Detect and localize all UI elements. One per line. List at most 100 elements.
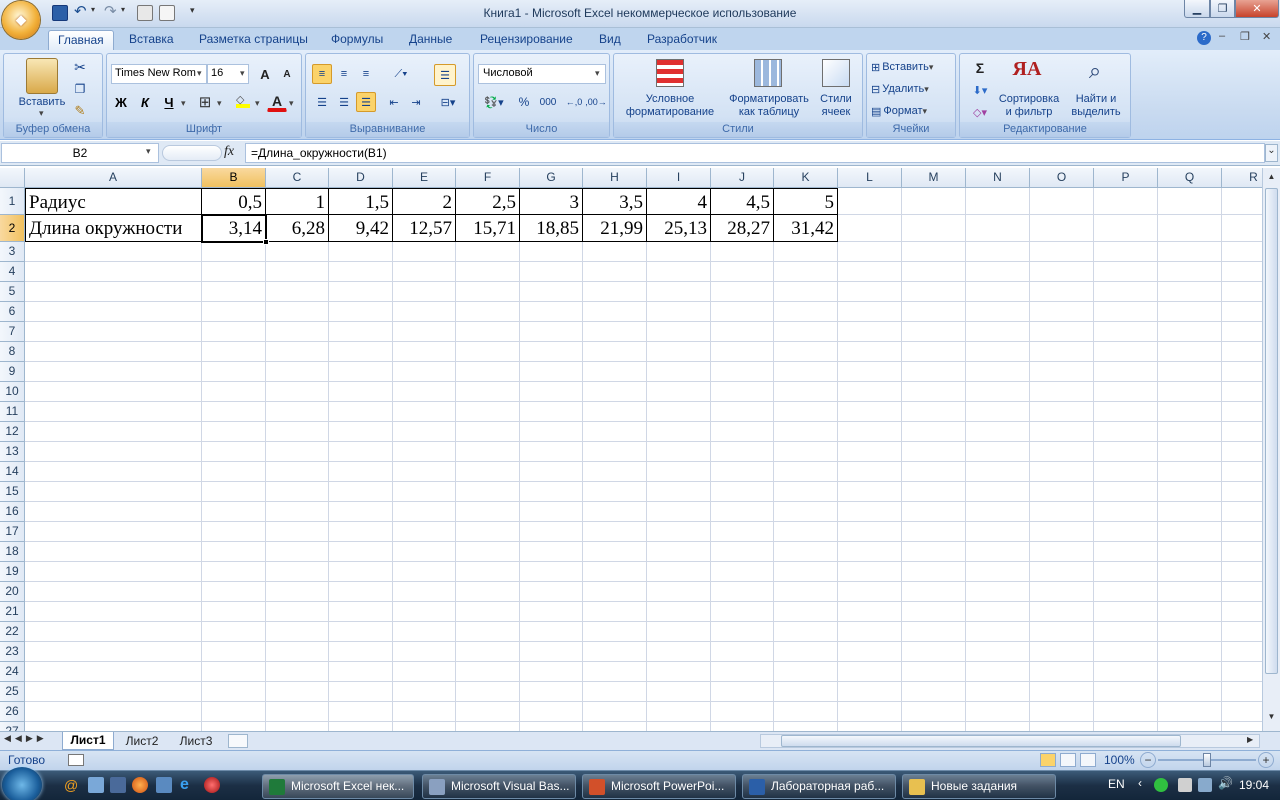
cell-f1[interactable]: 2,5: [456, 188, 520, 215]
select-all-corner[interactable]: [0, 168, 25, 188]
taskbar-item-vba[interactable]: Microsoft Visual Bas...: [422, 774, 576, 799]
number-format-dropdown-icon[interactable]: ▾: [595, 68, 600, 79]
grow-font-icon[interactable]: A: [255, 64, 275, 84]
name-box[interactable]: B2: [1, 143, 159, 163]
sheet-nav-icons[interactable]: ◀◀▶▶: [4, 733, 48, 744]
find-select-label-1[interactable]: Найти и: [1064, 93, 1128, 105]
sort-filter-icon[interactable]: ЯА: [1012, 58, 1042, 88]
column-header-o[interactable]: O: [1030, 168, 1094, 188]
find-select-icon[interactable]: ⌕: [1080, 58, 1110, 88]
cell-k1[interactable]: 5: [774, 188, 838, 215]
opera-icon[interactable]: [204, 777, 220, 793]
increase-indent-icon[interactable]: ⇥: [406, 92, 426, 112]
tab-view[interactable]: Вид: [590, 30, 630, 50]
row-header-12[interactable]: 12: [0, 422, 25, 442]
undo-dropdown-icon[interactable]: ▾: [91, 5, 99, 21]
column-header-j[interactable]: J: [711, 168, 774, 188]
spelling-icon[interactable]: [159, 5, 175, 21]
column-header-n[interactable]: N: [966, 168, 1030, 188]
column-header-h[interactable]: H: [583, 168, 647, 188]
expand-formula-bar-icon[interactable]: ⌄: [1265, 144, 1278, 162]
conditional-formatting-icon[interactable]: [656, 59, 684, 87]
insert-sheet-icon[interactable]: [228, 734, 248, 748]
save-icon[interactable]: [52, 5, 68, 21]
cell-f2[interactable]: 15,71: [456, 215, 520, 242]
close-button[interactable]: ✕: [1235, 0, 1279, 18]
taskbar-item-powerpoint[interactable]: Microsoft PowerPoi...: [582, 774, 736, 799]
horizontal-scroll-thumb[interactable]: [781, 735, 1181, 747]
format-as-table-label-1[interactable]: Форматировать: [722, 93, 816, 105]
column-header-g[interactable]: G: [520, 168, 583, 188]
cell-j2[interactable]: 28,27: [711, 215, 774, 242]
sheet-tab-1[interactable]: Лист1: [62, 732, 114, 750]
cell-i1[interactable]: 4: [647, 188, 711, 215]
column-header-m[interactable]: M: [902, 168, 966, 188]
row-header-8[interactable]: 8: [0, 342, 25, 362]
ribbon-minimize-icon[interactable]: –: [1219, 30, 1225, 42]
align-top-icon[interactable]: ≡: [312, 64, 332, 84]
row-header-17[interactable]: 17: [0, 522, 25, 542]
zoom-level[interactable]: 100%: [1104, 753, 1135, 767]
taskbar-item-folder[interactable]: Новые задания: [902, 774, 1056, 799]
column-header-b[interactable]: B: [202, 168, 266, 188]
borders-icon[interactable]: ⊞: [195, 92, 215, 112]
row-header-10[interactable]: 10: [0, 382, 25, 402]
align-center-icon[interactable]: ☰: [334, 92, 354, 112]
ribbon-restore-icon[interactable]: ❐: [1240, 30, 1250, 43]
row-header-27[interactable]: 27: [0, 722, 25, 731]
font-name-dropdown-icon[interactable]: ▾: [197, 68, 202, 79]
paste-dropdown-icon[interactable]: ▾: [39, 108, 44, 119]
scroll-right-icon[interactable]: ▶: [1247, 735, 1253, 744]
row-header-20[interactable]: 20: [0, 582, 25, 602]
cell-g1[interactable]: 3: [520, 188, 583, 215]
cell-j1[interactable]: 4,5: [711, 188, 774, 215]
cell-e2[interactable]: 12,57: [393, 215, 456, 242]
row-header-23[interactable]: 23: [0, 642, 25, 662]
cell-d2[interactable]: 9,42: [329, 215, 393, 242]
name-box-dropdown-icon[interactable]: ▾: [146, 146, 151, 157]
print-preview-icon[interactable]: [137, 5, 153, 21]
align-left-icon[interactable]: ☰: [312, 92, 332, 112]
office-button[interactable]: ◆: [2, 1, 40, 39]
row-header-11[interactable]: 11: [0, 402, 25, 422]
column-header-i[interactable]: I: [647, 168, 711, 188]
minimize-button[interactable]: ▁: [1184, 0, 1210, 18]
merge-center-icon[interactable]: ⊟▾: [434, 92, 462, 112]
help-icon[interactable]: ?: [1197, 31, 1211, 45]
worksheet-grid[interactable]: A B C D E F G H I J K L M N O P Q R 1 2 3 4 5 6 7 8 9 10 11 12 13 14 15 1…: [0, 168, 1262, 731]
zoom-out-button[interactable]: −: [1140, 752, 1156, 768]
tab-data[interactable]: Данные: [400, 30, 461, 50]
firefox-icon[interactable]: [132, 777, 148, 793]
tab-page-layout[interactable]: Разметка страницы: [190, 30, 317, 50]
volume-icon[interactable]: 🔊: [1218, 776, 1233, 790]
column-header-a[interactable]: A: [25, 168, 202, 188]
currency-icon[interactable]: 💱▾: [478, 92, 510, 112]
cell-h1[interactable]: 3,5: [583, 188, 647, 215]
sheet-tab-3[interactable]: Лист3: [170, 733, 222, 750]
cell-c1[interactable]: 1: [266, 188, 329, 215]
format-painter-icon[interactable]: ✎: [70, 101, 90, 121]
column-header-r[interactable]: R: [1222, 168, 1262, 188]
conditional-formatting-label-2[interactable]: форматирование: [616, 106, 724, 118]
row-header-13[interactable]: 13: [0, 442, 25, 462]
underline-dropdown-icon[interactable]: ▾: [181, 98, 186, 109]
font-size-dropdown-icon[interactable]: ▾: [240, 68, 245, 79]
font-name-field[interactable]: Times New Rom: [111, 64, 207, 84]
undo-icon[interactable]: ↶: [74, 4, 90, 21]
paste-icon[interactable]: [26, 58, 58, 94]
underline-button[interactable]: Ч: [159, 92, 179, 112]
insert-cells-button[interactable]: ⊞ Вставить ▾: [871, 58, 933, 76]
cell-g2[interactable]: 18,85: [520, 215, 583, 242]
vertical-scrollbar[interactable]: ▲ ▼: [1262, 168, 1280, 731]
row-header-22[interactable]: 22: [0, 622, 25, 642]
cell-styles-label-1[interactable]: Стили: [814, 93, 858, 105]
row-header-26[interactable]: 26: [0, 702, 25, 722]
wrap-text-icon[interactable]: ☰: [434, 64, 456, 86]
borders-dropdown-icon[interactable]: ▾: [217, 98, 222, 109]
explorer-icon[interactable]: [156, 777, 172, 793]
number-format-field[interactable]: Числовой: [478, 64, 606, 84]
scroll-down-icon[interactable]: ▼: [1265, 712, 1278, 726]
cut-icon[interactable]: ✂: [70, 57, 90, 77]
column-header-l[interactable]: L: [838, 168, 902, 188]
format-cells-button[interactable]: ▤ Формат ▾: [871, 102, 927, 120]
